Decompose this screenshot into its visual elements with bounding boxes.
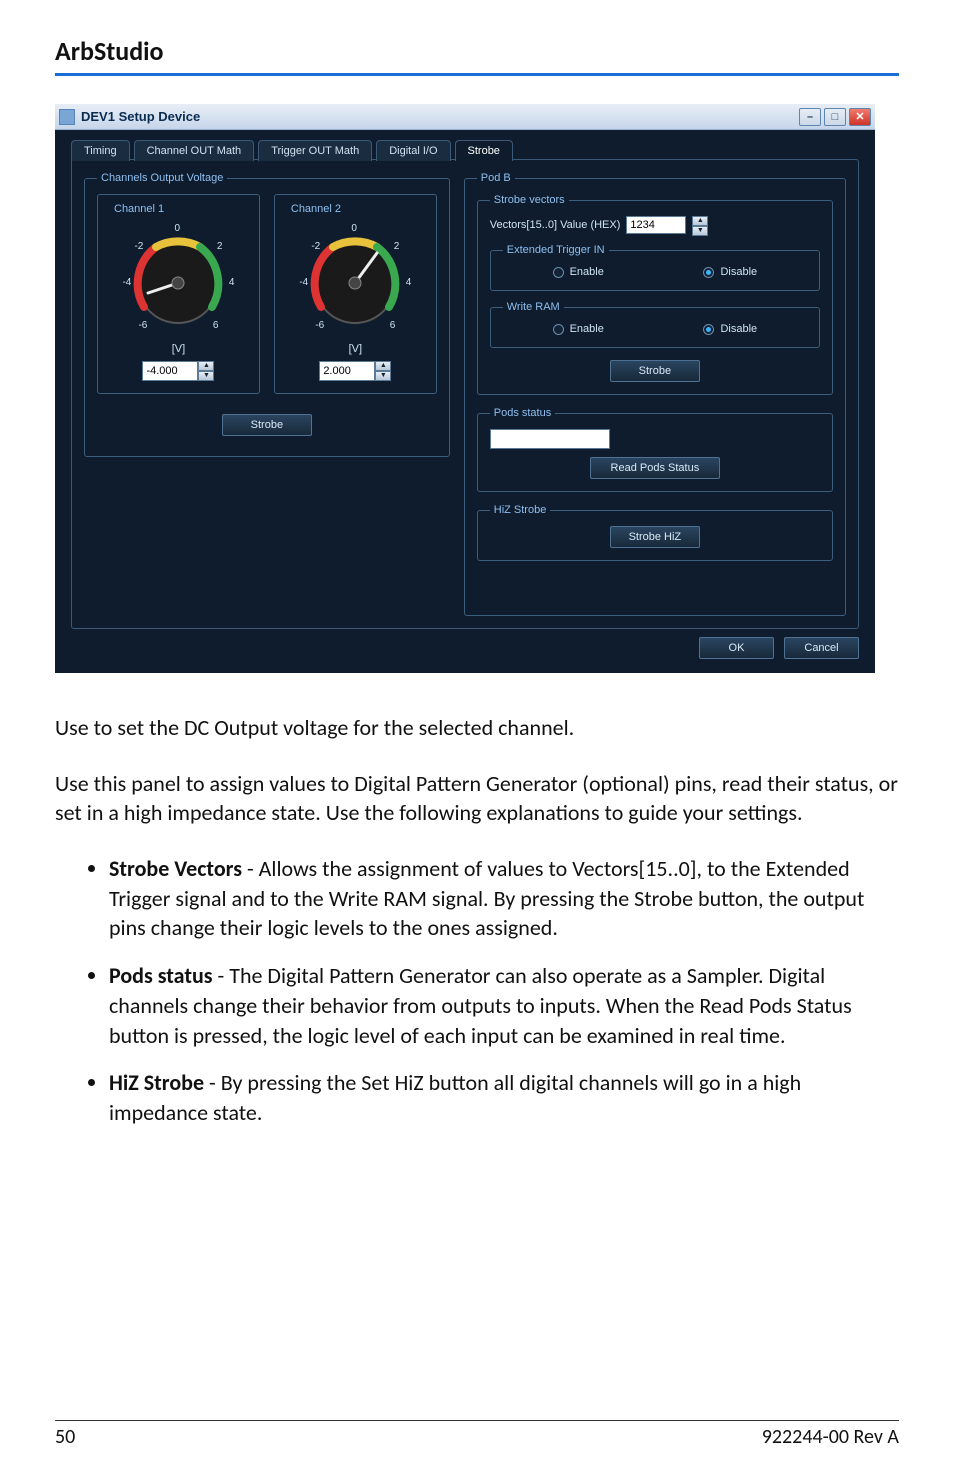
- tick: -2: [134, 241, 143, 252]
- write-ram-enable-radio[interactable]: Enable: [553, 323, 604, 335]
- bullet-rest: - The Digital Pattern Generator can also…: [109, 962, 852, 1048]
- left-strobe-button[interactable]: Strobe: [222, 414, 312, 436]
- tick: 4: [406, 277, 412, 288]
- list-item: HiZ Strobe - By pressing the Set HiZ but…: [109, 1068, 899, 1127]
- channel2-legend: Channel 2: [287, 203, 345, 215]
- radio-icon: [553, 324, 564, 335]
- tab-digital-io[interactable]: Digital I/O: [376, 140, 450, 161]
- strobe-vectors-legend: Strobe vectors: [490, 194, 569, 206]
- channel2-unit: [V]: [283, 343, 428, 355]
- channel1-dial[interactable]: 0 -2 2 -4 4 -6 6: [118, 219, 238, 339]
- tick: 0: [351, 223, 357, 234]
- tick: 4: [229, 277, 235, 288]
- body-para-2: Use this panel to assign values to Digit…: [55, 769, 899, 828]
- maximize-button[interactable]: □: [824, 108, 846, 126]
- list-item: Pods status - The Digital Pattern Genera…: [109, 961, 899, 1050]
- radio-icon: [703, 267, 714, 278]
- tick: 6: [213, 320, 219, 331]
- tick: -4: [122, 277, 131, 288]
- tick: 2: [394, 241, 400, 252]
- channel2-value-input[interactable]: [319, 361, 375, 381]
- radio-icon: [553, 267, 564, 278]
- minimize-button[interactable]: –: [799, 108, 821, 126]
- vectors-label: Vectors[15..0] Value (HEX): [490, 219, 621, 231]
- cancel-button[interactable]: Cancel: [784, 637, 859, 659]
- radio-label: Enable: [570, 323, 604, 335]
- tick: 6: [390, 320, 396, 331]
- page-number: 50: [55, 1425, 75, 1449]
- vectors-spin-down[interactable]: ▼: [692, 226, 708, 236]
- vectors-value-input[interactable]: [626, 216, 686, 234]
- channel1-legend: Channel 1: [110, 203, 168, 215]
- pods-status-readout: [490, 429, 610, 449]
- bullet-lead: Pods status: [109, 962, 213, 989]
- extended-trigger-legend: Extended Trigger IN: [503, 244, 609, 256]
- channel1-spin-up[interactable]: ▲: [198, 361, 214, 371]
- channel1-box: Channel 1: [97, 194, 260, 394]
- channel2-dial[interactable]: 0 -2 2 -4 4 -6 6: [295, 219, 415, 339]
- read-pods-status-button[interactable]: Read Pods Status: [590, 457, 720, 479]
- window-title: DEV1 Setup Device: [81, 109, 200, 124]
- channel2-box: Channel 2: [274, 194, 437, 394]
- bullet-rest: - By pressing the Set HiZ button all dig…: [109, 1069, 801, 1126]
- tick: -6: [138, 320, 147, 331]
- tab-channel-out-math[interactable]: Channel OUT Math: [134, 140, 255, 161]
- channel1-value-input[interactable]: [142, 361, 198, 381]
- tab-trigger-out-math[interactable]: Trigger OUT Math: [258, 140, 372, 161]
- radio-label: Disable: [720, 266, 757, 278]
- write-ram-legend: Write RAM: [503, 301, 564, 313]
- ok-button[interactable]: OK: [699, 637, 774, 659]
- tick: -4: [299, 277, 308, 288]
- page-title: ArbStudio: [55, 35, 899, 76]
- radio-label: Enable: [570, 266, 604, 278]
- titlebar: DEV1 Setup Device – □ ✕: [55, 104, 875, 130]
- list-item: Strobe Vectors - Allows the assignment o…: [109, 854, 899, 943]
- strobe-vectors-strobe-button[interactable]: Strobe: [610, 360, 700, 382]
- doc-revision: 922244-00 Rev A: [762, 1425, 899, 1449]
- close-button[interactable]: ✕: [849, 108, 871, 126]
- radio-label: Disable: [720, 323, 757, 335]
- hiz-strobe-legend: HiZ Strobe: [490, 504, 551, 516]
- radio-icon: [703, 324, 714, 335]
- dialog-screenshot: DEV1 Setup Device – □ ✕ Timing Channel O…: [55, 104, 875, 673]
- tick: -6: [315, 320, 324, 331]
- tab-strip: Timing Channel OUT Math Trigger OUT Math…: [71, 140, 859, 161]
- ext-trigger-enable-radio[interactable]: Enable: [553, 266, 604, 278]
- channel2-spin-up[interactable]: ▲: [375, 361, 391, 371]
- write-ram-disable-radio[interactable]: Disable: [703, 323, 757, 335]
- bullet-lead: Strobe Vectors: [109, 855, 242, 882]
- body-para-1: Use to set the DC Output voltage for the…: [55, 713, 899, 743]
- vectors-spin-up[interactable]: ▲: [692, 216, 708, 226]
- channel1-unit: [V]: [106, 343, 251, 355]
- channels-output-voltage-legend: Channels Output Voltage: [97, 172, 227, 184]
- ext-trigger-disable-radio[interactable]: Disable: [703, 266, 757, 278]
- app-icon: [59, 109, 75, 125]
- tick: 2: [217, 241, 223, 252]
- channel1-spin-down[interactable]: ▼: [198, 371, 214, 381]
- tab-strobe[interactable]: Strobe: [455, 140, 513, 161]
- tick: -2: [311, 241, 320, 252]
- tick: 0: [174, 223, 180, 234]
- pod-b-legend: Pod B: [477, 172, 515, 184]
- channel2-spin-down[interactable]: ▼: [375, 371, 391, 381]
- strobe-hiz-button[interactable]: Strobe HiZ: [610, 526, 700, 548]
- pods-status-legend: Pods status: [490, 407, 555, 419]
- bullet-lead: HiZ Strobe: [109, 1069, 204, 1096]
- tab-timing[interactable]: Timing: [71, 140, 130, 161]
